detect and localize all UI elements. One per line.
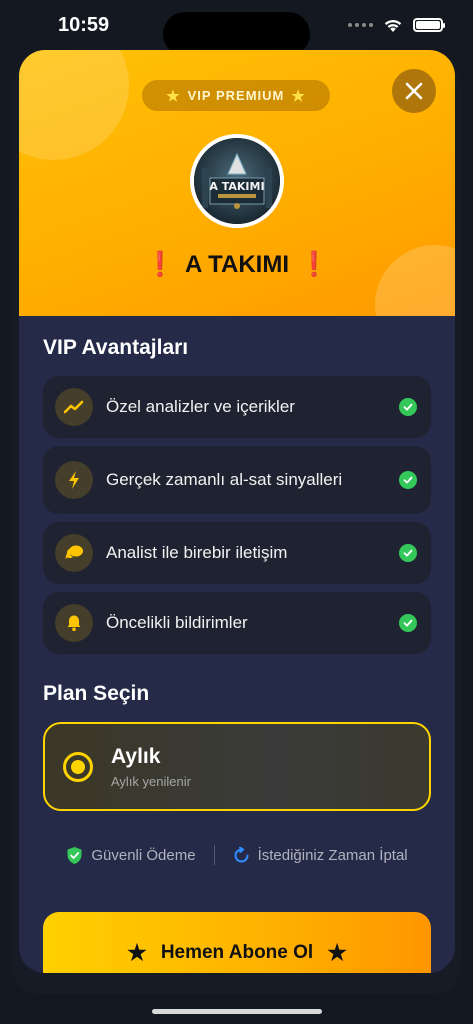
- brand-title: ❗ A TAKIMI ❗: [19, 250, 455, 279]
- vip-premium-badge: ★ VIP PREMIUM ★: [142, 80, 330, 111]
- battery-icon: [413, 18, 445, 32]
- benefits-title: VIP Avantajları: [43, 336, 189, 359]
- secure-payment: Güvenli Ödeme: [66, 846, 196, 865]
- trust-row: Güvenli Ödeme İstediğiniz Zaman İptal: [43, 845, 431, 865]
- decor-circle: [19, 50, 129, 160]
- benefit-label: Analist ile birebir iletişim: [106, 543, 288, 562]
- exclamation-icon: ❗: [298, 251, 329, 278]
- home-indicator[interactable]: [152, 1009, 322, 1014]
- check-icon: [399, 471, 417, 489]
- logo-text: A TAKIMI: [209, 180, 264, 193]
- subscribe-label: Hemen Abone Ol: [160, 942, 314, 963]
- close-icon: [405, 82, 423, 100]
- list-item: Analist ile birebir iletişim: [43, 522, 431, 584]
- check-icon: [399, 544, 417, 562]
- shield-check-icon: [67, 846, 82, 864]
- status-time: 10:59: [58, 13, 110, 36]
- star-icon: ★: [166, 87, 181, 105]
- cancel-anytime: İstediğiniz Zaman İptal: [233, 846, 408, 864]
- star-icon: ★: [127, 940, 147, 965]
- list-item: Öncelikli bildirimler: [43, 592, 431, 654]
- plan-radio-selected[interactable]: [63, 751, 93, 782]
- status-icons: [348, 18, 445, 33]
- chat-icon: [55, 534, 93, 572]
- check-icon: [399, 398, 417, 416]
- benefits-list: Özel analizler ve içerikler Gerçek zaman…: [43, 376, 431, 654]
- benefit-label: Gerçek zamanlı al-sat sinyalleri: [106, 470, 343, 489]
- plan-title: Plan Seçin: [43, 682, 150, 705]
- vip-badge-label: VIP PREMIUM: [187, 88, 285, 103]
- benefit-label: Öncelikli bildirimler: [106, 613, 248, 632]
- cancel-anytime-label: İstediğiniz Zaman İptal: [257, 846, 408, 864]
- star-icon: ★: [291, 87, 306, 105]
- divider: [213, 845, 215, 865]
- star-icon: ★: [327, 940, 347, 965]
- subscribe-button[interactable]: ★ Hemen Abone Ol ★: [43, 912, 431, 973]
- vip-subscription-sheet: ★ VIP PREMIUM ★ A TAKIMI ❗ A TAKIMI ❗ VI…: [19, 50, 455, 973]
- brand-name: A TAKIMI: [185, 250, 289, 278]
- signal-icon: [348, 23, 373, 27]
- lightning-icon: [55, 461, 93, 499]
- check-icon: [399, 614, 417, 632]
- list-item: Özel analizler ve içerikler: [43, 376, 431, 438]
- secure-payment-label: Güvenli Ödeme: [91, 846, 196, 864]
- plan-text: Aylık Aylık yenilenir: [111, 745, 191, 789]
- list-item: Gerçek zamanlı al-sat sinyalleri: [43, 446, 431, 514]
- wifi-icon: [384, 19, 402, 32]
- plan-option-monthly[interactable]: Aylık Aylık yenilenir: [43, 722, 431, 811]
- plan-subtitle: Aylık yenilenir: [111, 773, 191, 789]
- exclamation-icon: ❗: [145, 251, 175, 278]
- logo-image: A TAKIMI: [194, 138, 280, 224]
- status-bar: 10:59: [0, 0, 473, 50]
- refresh-icon: [234, 846, 249, 862]
- brand-logo: A TAKIMI: [190, 134, 284, 228]
- plan-name: Aylık: [111, 744, 161, 768]
- bell-icon: [55, 604, 93, 642]
- close-button[interactable]: [392, 69, 436, 113]
- benefit-label: Özel analizler ve içerikler: [106, 397, 295, 416]
- trend-icon: [55, 388, 93, 426]
- sheet-content: VIP Avantajları Özel analizler ve içerik…: [19, 316, 455, 865]
- hero-header: ★ VIP PREMIUM ★ A TAKIMI ❗ A TAKIMI ❗: [19, 50, 455, 316]
